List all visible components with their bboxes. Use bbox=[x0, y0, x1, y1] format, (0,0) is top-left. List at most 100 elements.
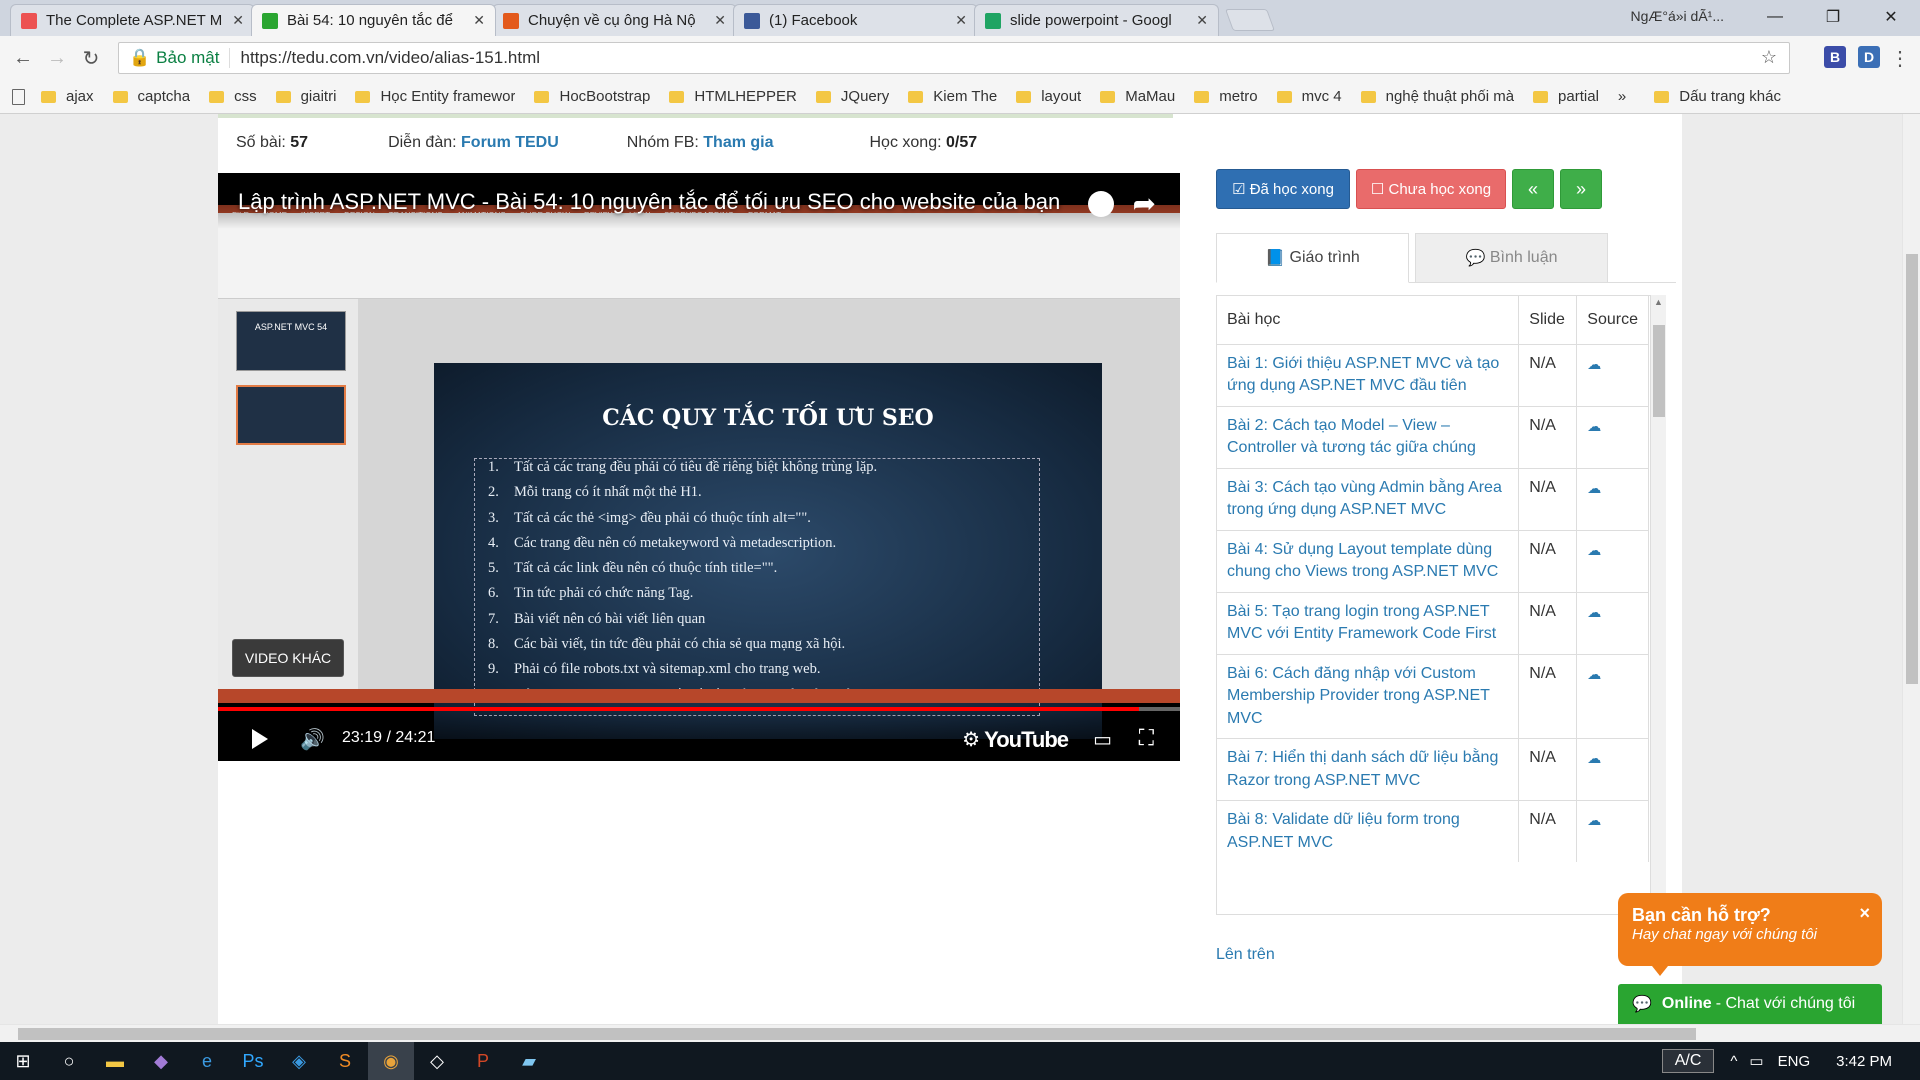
minimize-icon[interactable]: — bbox=[1746, 0, 1804, 34]
bookmark-folder[interactable]: ajax bbox=[41, 88, 94, 105]
powerpoint-icon[interactable]: P bbox=[460, 1042, 506, 1080]
settings-gear-icon[interactable]: ⚙ bbox=[962, 727, 980, 752]
lesson-link[interactable]: Bài 8: Validate dữ liệu form trong ASP.N… bbox=[1227, 811, 1460, 851]
bookmark-folder[interactable]: partial bbox=[1533, 88, 1599, 105]
video-player[interactable]: FILEHOMEINSERTDESIGNTRANSITIONSANIMATION… bbox=[218, 173, 1180, 761]
browser-tab[interactable]: The Complete ASP.NET M ✕ bbox=[10, 4, 255, 36]
lesson-link[interactable]: Bài 3: Cách tạo vùng Admin bằng Area tro… bbox=[1227, 479, 1502, 519]
menu-kebab-icon[interactable]: ⋮ bbox=[1890, 46, 1910, 71]
cloud-download-icon[interactable]: ☁ bbox=[1587, 601, 1601, 624]
lesson-link[interactable]: Bài 6: Cách đăng nhập với Custom Members… bbox=[1227, 665, 1490, 727]
chat-prompt[interactable]: Bạn cần hỗ trợ? Hay chat ngay với chúng … bbox=[1618, 893, 1882, 976]
language-indicator[interactable]: ENG bbox=[1778, 1053, 1811, 1070]
back-to-top-link[interactable]: Lên trên bbox=[1216, 946, 1275, 964]
volume-icon[interactable]: 🔊 bbox=[300, 727, 325, 752]
browser-tab[interactable]: Bài 54: 10 nguyên tắc để ✕ bbox=[251, 4, 496, 36]
online-chat-bar[interactable]: 💬 Online - Chat với chúng tôi bbox=[1618, 984, 1882, 1024]
cloud-download-icon[interactable]: ☁ bbox=[1587, 477, 1601, 500]
file-explorer-icon[interactable]: ▬ bbox=[92, 1042, 138, 1080]
video-title[interactable]: Lập trình ASP.NET MVC - Bài 54: 10 nguyê… bbox=[238, 189, 1060, 215]
app-icon[interactable]: ◇ bbox=[414, 1042, 460, 1080]
forum-link[interactable]: Forum TEDU bbox=[461, 134, 559, 151]
lesson-link[interactable]: Bài 2: Cách tạo Model – View – Controlle… bbox=[1227, 417, 1476, 457]
tray-chevron-icon[interactable]: ^ bbox=[1730, 1053, 1737, 1070]
fullscreen-icon[interactable]: ⛶ bbox=[1139, 725, 1154, 751]
bookmark-folder[interactable]: metro bbox=[1194, 88, 1258, 105]
browser-tab[interactable]: slide powerpoint - Googl ✕ bbox=[974, 4, 1219, 36]
bookmark-folder[interactable]: giaitri bbox=[275, 88, 336, 105]
bookmark-folder[interactable]: HocBootstrap bbox=[534, 88, 650, 105]
bookmark-folder[interactable]: css bbox=[209, 88, 257, 105]
cloud-download-icon[interactable]: ☁ bbox=[1587, 809, 1601, 832]
tab-comments[interactable]: 💬 Bình luận bbox=[1415, 233, 1608, 283]
chrome-icon[interactable]: ◉ bbox=[368, 1042, 414, 1080]
close-window-icon[interactable]: ✕ bbox=[1862, 0, 1920, 34]
restore-icon[interactable]: ❐ bbox=[1804, 0, 1862, 34]
bookmark-star-icon[interactable]: ☆ bbox=[1761, 47, 1777, 68]
edge-icon[interactable]: e bbox=[184, 1042, 230, 1080]
cloud-download-icon[interactable]: ☁ bbox=[1587, 663, 1601, 686]
tab-close-icon[interactable]: ✕ bbox=[232, 12, 244, 29]
ac-indicator[interactable]: A/C bbox=[1661, 1049, 1715, 1073]
bookmarks-overflow-button[interactable]: » bbox=[1618, 88, 1626, 105]
bookmark-folder[interactable]: Học Entity framewor bbox=[355, 88, 515, 105]
browser-tab[interactable]: Chuyện về cụ ông Hà Nộ ✕ bbox=[492, 4, 737, 36]
profile-name[interactable]: NgÆ°á»i dÃ¹... bbox=[1630, 8, 1724, 24]
mark-done-button[interactable]: ☑ Đã học xong bbox=[1216, 169, 1350, 209]
browser-tab[interactable]: (1) Facebook ✕ bbox=[733, 4, 978, 36]
forward-icon[interactable]: → bbox=[40, 47, 74, 70]
page-horizontal-scrollbar[interactable] bbox=[0, 1024, 1920, 1042]
cloud-download-icon[interactable]: ☁ bbox=[1587, 415, 1601, 438]
omnibox[interactable]: 🔒 Bảo mật https://tedu.com.vn/video/alia… bbox=[118, 42, 1790, 74]
other-videos-button[interactable]: VIDEO KHÁC bbox=[232, 639, 344, 677]
clock[interactable]: 3:42 PM bbox=[1836, 1053, 1892, 1070]
page-vertical-scrollbar[interactable] bbox=[1902, 114, 1920, 1024]
lesson-link[interactable]: Bài 4: Sử dụng Layout template dùng chun… bbox=[1227, 541, 1498, 581]
lesson-link[interactable]: Bài 1: Giới thiệu ASP.NET MVC và tạo ứng… bbox=[1227, 355, 1499, 395]
other-bookmarks[interactable]: Dấu trang khác bbox=[1654, 88, 1781, 105]
cloud-download-icon[interactable]: ☁ bbox=[1587, 539, 1601, 562]
photoshop-icon[interactable]: Ps bbox=[230, 1042, 276, 1080]
chat-close-icon[interactable]: × bbox=[1859, 903, 1870, 924]
tab-close-icon[interactable]: ✕ bbox=[473, 12, 485, 29]
watch-later-icon[interactable] bbox=[1088, 191, 1114, 217]
extension-d-icon[interactable]: D bbox=[1858, 46, 1880, 68]
next-lesson-button[interactable]: » bbox=[1560, 169, 1602, 209]
search-icon[interactable]: ○ bbox=[46, 1042, 92, 1080]
play-icon[interactable] bbox=[252, 729, 268, 749]
new-tab-button[interactable] bbox=[1224, 9, 1276, 31]
back-icon[interactable]: ← bbox=[6, 47, 40, 70]
cloud-download-icon[interactable]: ☁ bbox=[1587, 353, 1601, 376]
reload-icon[interactable]: ↻ bbox=[74, 46, 108, 71]
lessons-scrollbar[interactable]: ▲ bbox=[1650, 295, 1666, 915]
group-link[interactable]: Tham gia bbox=[703, 134, 773, 151]
cast-icon[interactable]: ▭ bbox=[1093, 727, 1112, 752]
previous-lesson-button[interactable]: « bbox=[1512, 169, 1554, 209]
bookmark-folder[interactable]: captcha bbox=[112, 88, 190, 105]
tab-close-icon[interactable]: ✕ bbox=[955, 12, 967, 29]
extension-b-icon[interactable]: B bbox=[1824, 46, 1846, 68]
windows-start-icon[interactable]: ⊞ bbox=[0, 1042, 46, 1080]
youtube-logo[interactable]: YouTube bbox=[984, 727, 1069, 753]
cloud-download-icon[interactable]: ☁ bbox=[1587, 747, 1601, 770]
share-icon[interactable]: ➦ bbox=[1133, 187, 1156, 220]
bookmark-folder[interactable]: HTMLHEPPER bbox=[669, 88, 797, 105]
lesson-link[interactable]: Bài 5: Tạo trang login trong ASP.NET MVC… bbox=[1227, 603, 1496, 643]
vscode-icon[interactable]: ◈ bbox=[276, 1042, 322, 1080]
bookmark-folder[interactable]: mvc 4 bbox=[1276, 88, 1342, 105]
network-icon[interactable]: ▭ bbox=[1749, 1052, 1763, 1070]
bookmark-folder[interactable]: Kiem The bbox=[908, 88, 997, 105]
visual-studio-icon[interactable]: ◆ bbox=[138, 1042, 184, 1080]
sublime-icon[interactable]: S bbox=[322, 1042, 368, 1080]
lesson-link[interactable]: Bài 7: Hiển thị danh sách dữ liệu bằng R… bbox=[1227, 749, 1498, 789]
tab-syllabus[interactable]: 📘 Giáo trình bbox=[1216, 233, 1409, 283]
bookmark-folder[interactable]: nghệ thuật phối mà bbox=[1360, 88, 1514, 105]
tab-close-icon[interactable]: ✕ bbox=[714, 12, 726, 29]
bookmark-folder[interactable]: MaMau bbox=[1100, 88, 1175, 105]
url-text[interactable]: https://tedu.com.vn/video/alias-151.html bbox=[240, 48, 540, 68]
mark-not-done-button[interactable]: ☐ Chưa học xong bbox=[1356, 169, 1506, 209]
bookmark-folder[interactable]: JQuery bbox=[815, 88, 889, 105]
apps-page-icon[interactable] bbox=[12, 88, 25, 105]
recorder-icon[interactable]: ▰ bbox=[506, 1042, 552, 1080]
tab-close-icon[interactable]: ✕ bbox=[1196, 12, 1208, 29]
